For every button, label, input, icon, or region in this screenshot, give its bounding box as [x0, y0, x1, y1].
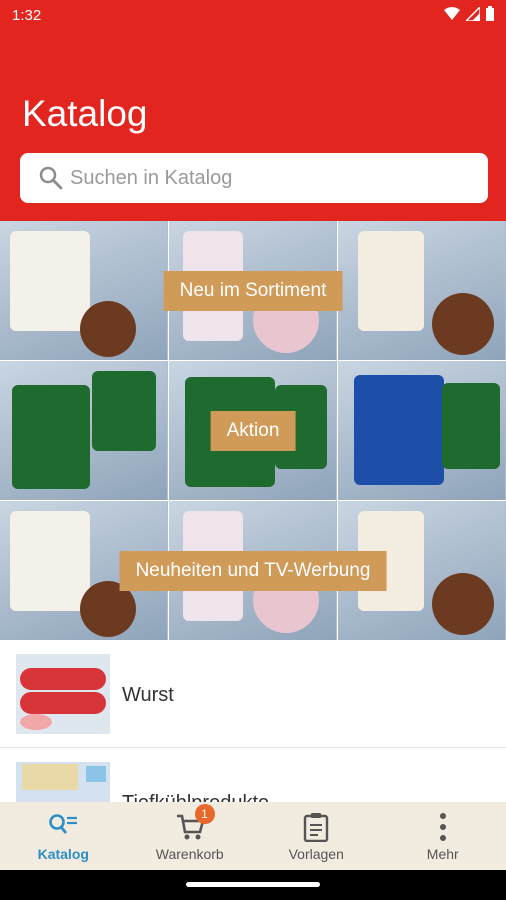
nav-label: Vorlagen	[288, 846, 344, 862]
wifi-icon	[444, 6, 460, 20]
banner-image	[0, 221, 168, 360]
bottom-navigation: Katalog 1 Warenkorb Vorlagen Mehr	[0, 802, 506, 870]
status-icons	[444, 6, 494, 21]
cart-badge: 1	[194, 804, 215, 824]
catalog-search-icon	[49, 814, 78, 834]
nav-katalog[interactable]: Katalog	[0, 802, 127, 870]
promo-banners: Neu im Sortiment Aktion Neuheiten und TV…	[0, 221, 506, 640]
status-bar: 1:32	[0, 0, 506, 32]
banner-neu-im-sortiment[interactable]: Neu im Sortiment	[0, 221, 506, 360]
banner-image	[0, 361, 168, 500]
more-vert-icon	[439, 813, 446, 841]
system-nav-bar	[0, 870, 506, 900]
nav-label: Warenkorb	[155, 846, 224, 862]
status-time: 1:32	[12, 7, 42, 24]
clipboard-icon	[304, 813, 329, 842]
banner-label: Neu im Sortiment	[163, 270, 343, 311]
search-bar[interactable]	[20, 153, 488, 203]
nav-label: Mehr	[426, 846, 459, 862]
category-label: Wurst	[122, 684, 174, 706]
nav-vorlagen[interactable]: Vorlagen	[253, 802, 380, 870]
banner-neuheiten-tv-werbung[interactable]: Neuheiten und TV-Werbung	[0, 501, 506, 640]
wurst-thumbnail	[16, 654, 110, 734]
search-icon	[39, 166, 63, 190]
search-input[interactable]	[70, 166, 470, 190]
signal-icon	[466, 6, 480, 21]
home-gesture-handle[interactable]	[186, 882, 320, 887]
banner-label: Neuheiten und TV-Werbung	[119, 550, 387, 591]
nav-label: Katalog	[37, 846, 89, 862]
nav-mehr[interactable]: Mehr	[380, 802, 506, 870]
banner-label: Aktion	[210, 410, 296, 451]
battery-icon	[486, 6, 494, 21]
banner-image	[338, 221, 506, 360]
app-header: 1:32 Katalog	[0, 0, 506, 221]
nav-warenkorb[interactable]: 1 Warenkorb	[127, 802, 254, 870]
category-row-wurst[interactable]: Wurst	[0, 640, 506, 748]
banner-aktion[interactable]: Aktion	[0, 361, 506, 500]
banner-image	[338, 361, 506, 500]
page-title: Katalog	[22, 93, 148, 134]
